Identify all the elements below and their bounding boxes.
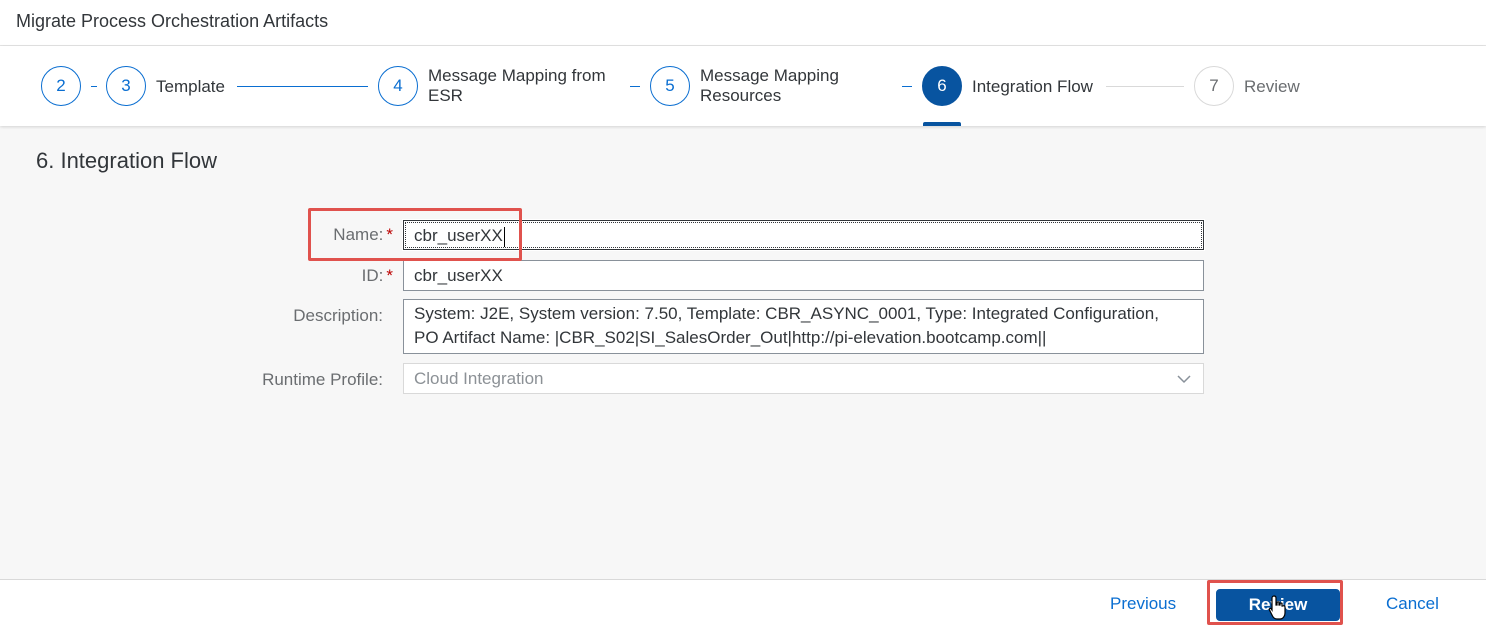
id-input-value: cbr_userXX	[414, 266, 503, 285]
description-label: Description:	[293, 306, 383, 325]
cancel-button[interactable]: Cancel	[1386, 594, 1439, 614]
wizard-step-6-label[interactable]: Integration Flow	[972, 77, 1093, 97]
id-input[interactable]: cbr_userXX	[403, 260, 1204, 291]
wizard-step-7-label[interactable]: Review	[1244, 77, 1300, 97]
dialog-footer: Previous Review Cancel	[0, 579, 1486, 625]
wizard-step-3[interactable]: 3	[106, 66, 146, 106]
step-connector	[630, 86, 640, 87]
step-label-line: Message Mapping	[700, 66, 839, 85]
runtime-profile-select[interactable]: Cloud Integration	[403, 363, 1204, 394]
step-number: 5	[665, 76, 675, 95]
step-label-line: Message Mapping from	[428, 66, 606, 85]
dialog-header: Migrate Process Orchestration Artifacts	[0, 0, 1486, 46]
name-label: Name: *	[193, 225, 393, 245]
step-connector	[91, 86, 97, 87]
previous-button[interactable]: Previous	[1110, 594, 1176, 614]
step-connector	[1106, 86, 1184, 87]
chevron-down-icon	[1177, 375, 1191, 384]
wizard-step-5[interactable]: 5	[650, 66, 690, 106]
runtime-profile-label: Runtime Profile:	[262, 370, 383, 389]
step-label-line: ESR	[428, 86, 463, 105]
label-text: Name:	[333, 225, 384, 244]
wizard-step-5-label[interactable]: Message Mapping Resources	[700, 66, 839, 106]
wizard-progress-bar: 2 3 Template 4 Message Mapping from ESR …	[0, 46, 1486, 126]
step-number: 4	[393, 76, 403, 95]
step-number: 3	[121, 76, 131, 95]
wizard-step-7[interactable]: 7	[1194, 66, 1234, 106]
wizard-step-2[interactable]: 2	[37, 66, 81, 108]
step-number: 2	[56, 76, 66, 95]
wizard-step-6[interactable]: 6	[922, 66, 962, 106]
wizard-step-4-label[interactable]: Message Mapping from ESR	[428, 66, 606, 106]
required-asterisk: *	[386, 225, 393, 244]
step-connector	[237, 86, 368, 87]
step-label-line: Resources	[700, 86, 782, 105]
active-step-indicator	[923, 122, 961, 126]
step-number: 7	[1209, 76, 1219, 95]
section-title: 6. Integration Flow	[36, 148, 217, 173]
name-input-value: cbr_userXX	[414, 226, 503, 245]
id-label: ID: *	[193, 266, 393, 286]
step-connector	[902, 86, 912, 87]
wizard-step-3-label[interactable]: Template	[156, 77, 225, 97]
text-caret	[503, 226, 505, 247]
runtime-profile-value: Cloud Integration	[414, 369, 544, 388]
dialog-title: Migrate Process Orchestration Artifacts	[16, 11, 329, 31]
description-line: PO Artifact Name: |CBR_S02|SI_SalesOrder…	[414, 328, 1047, 347]
label-text: ID:	[361, 266, 384, 285]
wizard-step-4[interactable]: 4	[378, 66, 418, 106]
description-line: System: J2E, System version: 7.50, Templ…	[414, 304, 1159, 323]
name-input[interactable]: cbr_userXX	[403, 220, 1204, 250]
step-number: 6	[937, 76, 947, 95]
required-asterisk: *	[386, 266, 393, 285]
hand-pointer-icon	[1268, 595, 1286, 620]
description-textarea[interactable]: System: J2E, System version: 7.50, Templ…	[403, 299, 1204, 354]
